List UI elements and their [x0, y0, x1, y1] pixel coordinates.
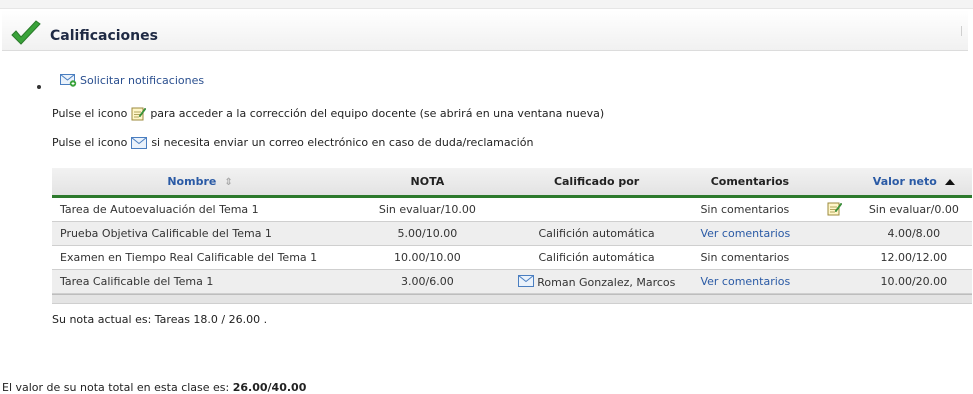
- cell-nota: 3.00/6.00: [348, 269, 507, 294]
- top-strip: [0, 0, 973, 9]
- cell-comentarios: Sin comentarios: [686, 196, 814, 222]
- current-grade-text: Su nota actual es: Tareas 18.0 / 26.00 .: [52, 313, 268, 326]
- instruction-mail-pre: Pulse el icono: [52, 136, 128, 149]
- instruction-edit-pre: Pulse el icono: [52, 107, 128, 120]
- list-bullet: [37, 85, 41, 89]
- total-grade-text: El valor de su nota total en esta clase …: [2, 381, 306, 394]
- cell-name: Prueba Objetiva Calificable del Tema 1: [52, 221, 349, 246]
- check-icon: [11, 20, 41, 45]
- view-comments-link[interactable]: Ver comentarios: [700, 227, 790, 240]
- cell-nota: Sin evaluar/10.00: [348, 196, 507, 222]
- instruction-mail-post: si necesita enviar un correo electrónico…: [151, 136, 534, 149]
- column-header-nombre-label: Nombre: [167, 175, 217, 188]
- cell-valor: 12.00/12.00: [855, 245, 972, 270]
- cell-valor: 4.00/8.00: [855, 221, 972, 246]
- notifications-item: Solicitar notificaciones: [60, 74, 204, 87]
- instruction-edit-post: para acceder a la corrección del equipo …: [150, 107, 605, 120]
- instruction-mail: Pulse el icono si necesita enviar un cor…: [52, 136, 533, 149]
- cell-comentarios: Ver comentarios: [686, 269, 814, 294]
- total-grade-label: El valor de su nota total en esta clase …: [2, 381, 230, 394]
- header-panel: Calificaciones: [2, 10, 968, 51]
- cell-calificado: Califición automática: [506, 221, 687, 246]
- table-row: Tarea de Autoevaluación del Tema 1 Sin e…: [52, 196, 972, 222]
- cell-calificado: [506, 196, 687, 222]
- cell-comentarios: Sin comentarios: [686, 245, 814, 270]
- edit-note-icon[interactable]: [827, 201, 843, 216]
- table-header-row: Nombre ⇕ NOTA Calificado por Comentarios …: [52, 168, 972, 198]
- column-header-valor[interactable]: Valor neto: [855, 168, 972, 198]
- cell-comentarios: Ver comentarios: [686, 221, 814, 246]
- cell-correction: [813, 245, 856, 270]
- page-title: Calificaciones: [50, 28, 158, 44]
- cell-correction: [813, 221, 856, 246]
- cell-valor: 10.00/20.00: [855, 269, 972, 294]
- cell-calificado: Roman Gonzalez, Marcos: [506, 269, 687, 294]
- column-header-calificado: Calificado por: [506, 168, 687, 198]
- grades-table-container: Nombre ⇕ NOTA Calificado por Comentarios …: [52, 168, 972, 304]
- total-grade-value: 26.00/40.00: [232, 381, 307, 394]
- column-header-nota: NOTA: [348, 168, 507, 198]
- cell-nota: 5.00/10.00: [348, 221, 507, 246]
- cell-correction: [813, 196, 856, 222]
- cell-correction: [813, 269, 856, 294]
- column-header-nombre[interactable]: Nombre ⇕: [52, 168, 349, 198]
- sort-asc-icon[interactable]: [944, 179, 955, 185]
- cell-name: Tarea Calificable del Tema 1: [52, 269, 349, 294]
- edit-note-icon: [131, 107, 147, 121]
- cell-nota: 10.00/10.00: [348, 245, 507, 270]
- mail-add-icon: [60, 74, 77, 87]
- envelope-icon: [131, 136, 148, 149]
- table-row: Prueba Objetiva Calificable del Tema 1 5…: [52, 221, 972, 246]
- column-header-valor-label: Valor neto: [872, 175, 937, 188]
- cell-calificado: Califición automática: [506, 245, 687, 270]
- grader-name: Roman Gonzalez, Marcos: [537, 275, 676, 289]
- cell-name: Examen en Tiempo Real Calificable del Te…: [52, 245, 349, 270]
- view-comments-link[interactable]: Ver comentarios: [700, 275, 790, 288]
- cell-name: Tarea de Autoevaluación del Tema 1: [52, 196, 349, 222]
- table-row: Examen en Tiempo Real Calificable del Te…: [52, 245, 972, 270]
- column-header-comentarios: Comentarios: [686, 168, 814, 198]
- cell-valor: Sin evaluar/0.00: [855, 196, 972, 222]
- request-notifications-link[interactable]: Solicitar notificaciones: [80, 74, 204, 87]
- sort-icon[interactable]: ⇕: [224, 177, 232, 188]
- table-footer-bar: [52, 294, 972, 304]
- table-row: Tarea Calificable del Tema 1 3.00/6.00 R…: [52, 269, 972, 294]
- panel-edge-icon: [961, 26, 968, 36]
- envelope-icon[interactable]: [517, 274, 534, 287]
- column-header-icon: [813, 168, 856, 198]
- instruction-edit: Pulse el icono para acceder a la correcc…: [52, 106, 604, 121]
- grades-table: Nombre ⇕ NOTA Calificado por Comentarios …: [52, 168, 972, 294]
